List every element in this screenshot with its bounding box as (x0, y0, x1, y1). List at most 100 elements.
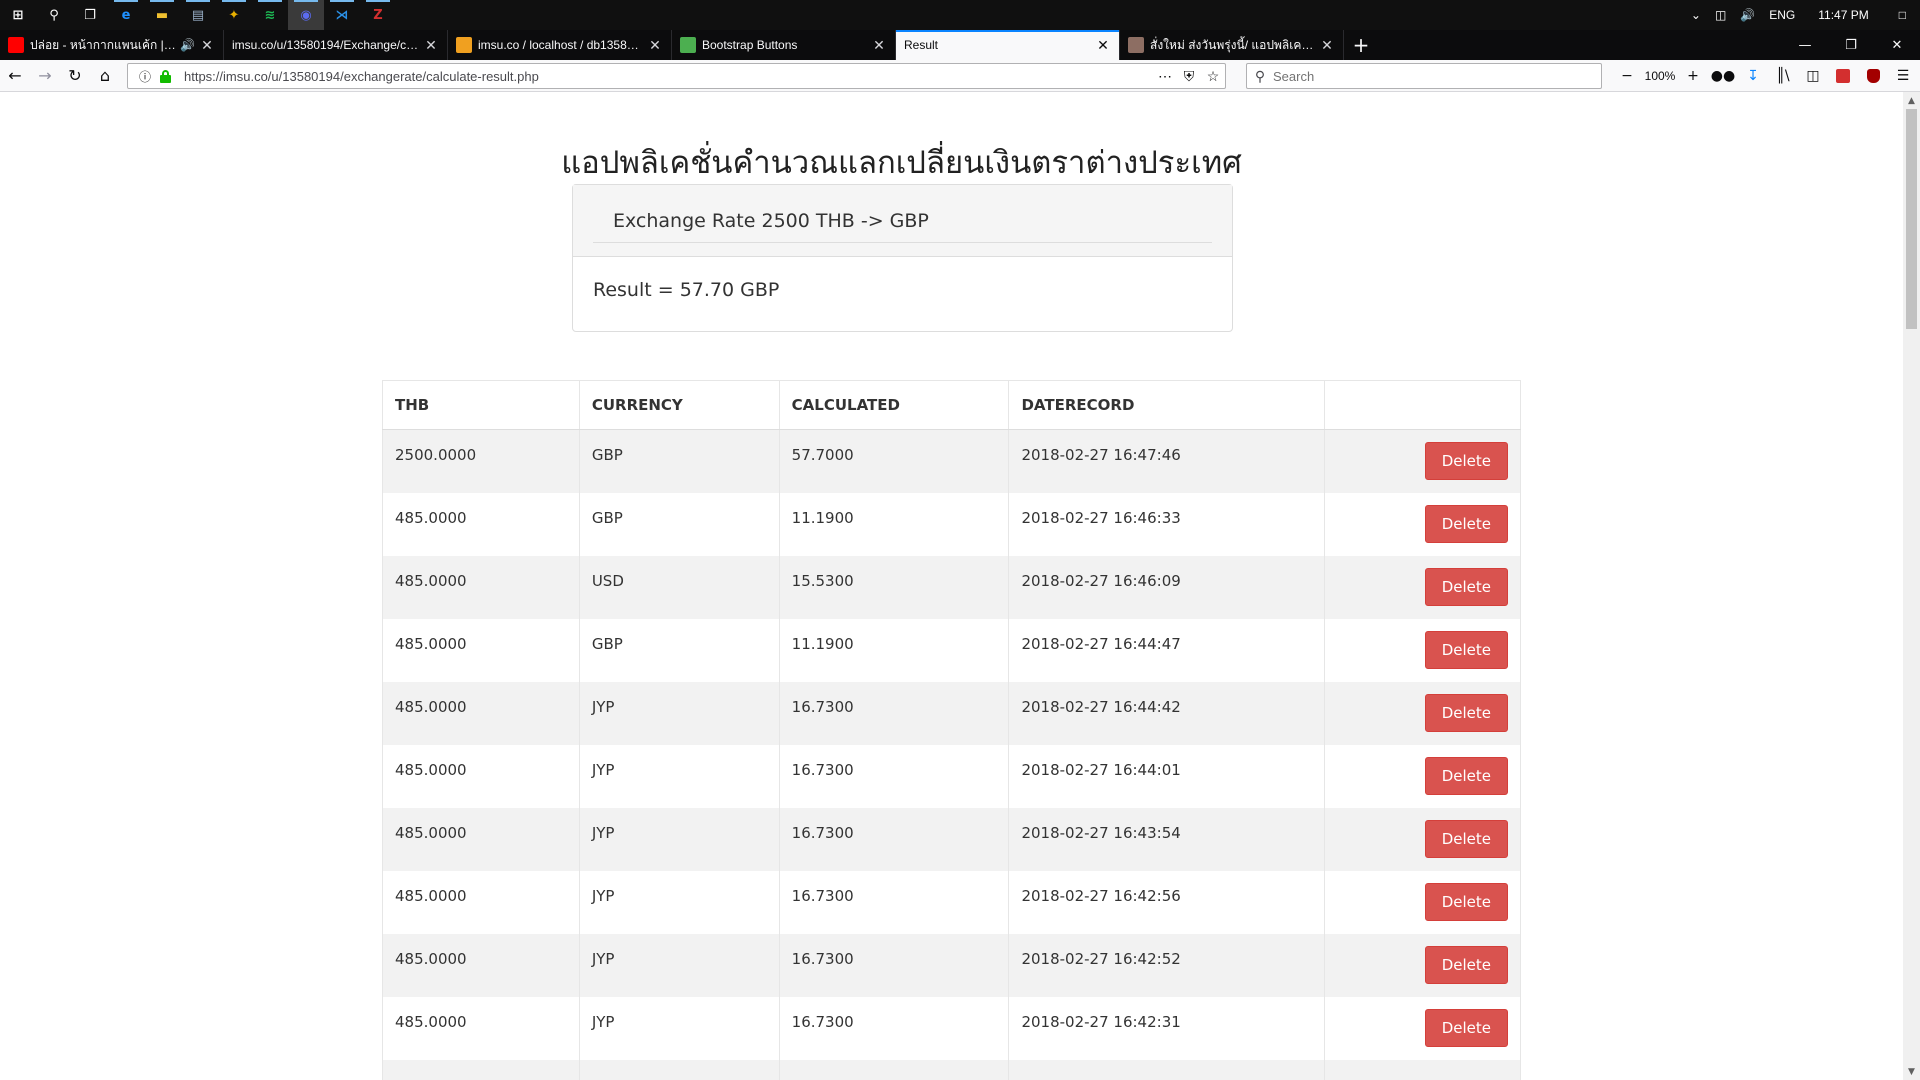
thb-value: 485.0000 (395, 635, 467, 653)
delete-button[interactable]: Delete (1424, 757, 1508, 795)
zoom-in-icon[interactable]: + (1678, 61, 1708, 91)
delete-button[interactable]: Delete (1424, 631, 1508, 669)
pocket-icon[interactable]: ⛨ (1177, 68, 1201, 85)
calculated-value: 16.7300 (791, 761, 854, 779)
file-explorer-icon[interactable]: ▬ (144, 0, 180, 30)
w3schools-icon (680, 37, 696, 53)
browser-tab[interactable]: สั่งใหม่ ส่งวันพรุ่งนี้/ แอปพลิเคชั่น ✕ (1120, 30, 1344, 60)
search-icon[interactable]: ⚲ (36, 0, 72, 30)
private-mask-icon[interactable]: ●● (1708, 61, 1738, 91)
profile-icon (1128, 37, 1144, 53)
spotify-icon[interactable]: ≋ (252, 0, 288, 30)
reload-icon[interactable]: ↻ (60, 61, 90, 91)
app-grid-icon[interactable]: ✦ (216, 0, 252, 30)
calculated-value: 16.7300 (791, 1013, 854, 1031)
page-scrollbar[interactable]: ▲ ▼ (1903, 92, 1920, 1080)
tray-overflow-icon[interactable]: ⌄ (1684, 0, 1708, 30)
windows-start-icon[interactable]: ⊞ (0, 0, 36, 30)
browser-tab[interactable]: Bootstrap Buttons ✕ (672, 30, 896, 60)
edge-icon[interactable]: e (108, 0, 144, 30)
menu-icon[interactable]: ☰ (1888, 61, 1918, 91)
toolbar-right: − 100% + ●● ↧ ║\ ◫ ☰ (1612, 60, 1918, 92)
search-input[interactable]: ⚲ Search (1246, 63, 1602, 89)
ublock-icon[interactable] (1858, 61, 1888, 91)
phpmyadmin-icon (456, 37, 472, 53)
cell-thb: 485.0000 (382, 555, 580, 619)
browser-tab[interactable]: imsu.co/u/13580194/Exchange/calc ✕ (224, 30, 448, 60)
task-view-icon[interactable]: ❐ (72, 0, 108, 30)
scrollbar-thumb[interactable] (1906, 109, 1917, 329)
clock[interactable]: 11:47 PM (1802, 0, 1884, 30)
spotify-icon-glyph: ≋ (264, 7, 276, 23)
cell-currency: GBP (579, 618, 780, 682)
windows-taskbar: ⊞ ⚲ ❐ e ▬ ▤ ✦ ≋ ◉ ⋊ Z ⌄ ◫ 🔊 ENG 11:47 PM □ (0, 0, 1920, 30)
close-window-icon[interactable]: ✕ (1874, 30, 1920, 60)
url-bar[interactable]: ⓘ https://imsu.co/u/13580194/exchangerat… (127, 63, 1226, 89)
firefox-icon[interactable]: ◉ (288, 0, 324, 30)
zoom-out-icon[interactable]: − (1612, 61, 1642, 91)
browser-tab[interactable]: Result ✕ (896, 30, 1120, 60)
tab-audio-icon[interactable]: 🔊 (180, 38, 195, 52)
tab-close-icon[interactable]: ✕ (871, 37, 887, 54)
delete-button[interactable]: Delete (1424, 1009, 1508, 1047)
delete-button[interactable]: Delete (1424, 442, 1508, 481)
cell-currency: JYP (579, 933, 780, 997)
cell-daterecord: 2018-02-27 16:42:31 (1008, 996, 1326, 1060)
tab-close-icon[interactable]: ✕ (1095, 37, 1111, 54)
notification-icon[interactable]: □ (1885, 0, 1920, 30)
sidebar-icon[interactable]: ◫ (1798, 61, 1828, 91)
network-folder-icon[interactable]: ▤ (180, 0, 216, 30)
cell-daterecord: 2018-02-27 16:47:46 (1008, 429, 1326, 493)
filezilla-icon[interactable]: Z (360, 0, 396, 30)
browser-tab[interactable]: imsu.co / localhost / db13580194 ✕ (448, 30, 672, 60)
library-icon[interactable]: ║\ (1768, 61, 1798, 91)
delete-button[interactable]: Delete (1424, 946, 1508, 984)
browser-tab[interactable]: ปล่อย - หน้ากากแพนเค้ก | The 🔊 ✕ (0, 30, 224, 60)
page-actions-icon[interactable]: ⋯ (1153, 68, 1177, 85)
language-indicator[interactable]: ENG (1762, 0, 1802, 30)
calculated-value: 11.1900 (791, 635, 854, 653)
forward-icon[interactable]: → (30, 61, 60, 91)
cell-daterecord: 2018-02-27 16:44:42 (1008, 681, 1326, 745)
delete-button[interactable]: Delete (1424, 883, 1508, 921)
lock-icon[interactable] (158, 70, 174, 83)
currency-value: JYP (591, 698, 615, 716)
tab-close-icon[interactable]: ✕ (423, 37, 439, 54)
network-icon[interactable]: ◫ (1708, 0, 1733, 30)
daterecord-value: 2018-02-27 16:42:52 (1021, 950, 1181, 968)
info-icon[interactable]: ⓘ (134, 68, 156, 85)
network-folder-icon-glyph: ▤ (191, 7, 205, 23)
tab-label: imsu.co / localhost / db13580194 (478, 38, 643, 52)
tab-label: Bootstrap Buttons (702, 38, 798, 52)
currency-value: USD (591, 572, 624, 590)
bookmark-star-icon[interactable]: ☆ (1201, 68, 1225, 85)
home-icon[interactable]: ⌂ (90, 61, 120, 91)
table-row: 485.0000 GBP 11.1900 2018-02-27 16:46:33 Del… (382, 492, 1521, 556)
cell-action: Delete (1324, 870, 1521, 934)
restore-icon[interactable]: ❐ (1828, 30, 1874, 60)
scroll-down-icon[interactable]: ▼ (1903, 1063, 1920, 1080)
tab-close-icon[interactable]: ✕ (199, 37, 215, 54)
table-row: 485.0000 JYP 16.7300 2018-02-27 16:43:54 Del… (382, 807, 1521, 871)
delete-button[interactable]: Delete (1424, 820, 1508, 858)
minimize-icon[interactable]: — (1782, 30, 1828, 60)
url-text[interactable]: https://imsu.co/u/13580194/exchangerate/… (184, 69, 1153, 84)
tab-close-icon[interactable]: ✕ (1319, 37, 1335, 54)
back-icon[interactable]: ← (0, 61, 30, 91)
delete-button[interactable]: Delete (1424, 568, 1508, 606)
volume-icon[interactable]: 🔊 (1733, 0, 1762, 30)
delete-button[interactable]: Delete (1424, 694, 1508, 732)
table-row: 485.0000 JYP 16.7300 2018-02-27 16:44:01 Del… (382, 744, 1521, 808)
cell-daterecord: 2018-02-27 16:46:09 (1008, 555, 1326, 619)
vscode-icon[interactable]: ⋊ (324, 0, 360, 30)
scroll-up-icon[interactable]: ▲ (1903, 92, 1920, 109)
currency-value: JYP (591, 824, 615, 842)
tab-close-icon[interactable]: ✕ (647, 37, 663, 54)
download-icon[interactable]: ↧ (1738, 61, 1768, 91)
cell-action: Delete (1324, 933, 1521, 997)
extension-red-icon[interactable] (1828, 61, 1858, 91)
zoom-level[interactable]: 100% (1642, 61, 1678, 91)
taskbar-apps: ⊞ ⚲ ❐ e ▬ ▤ ✦ ≋ ◉ ⋊ Z (0, 0, 396, 30)
delete-button[interactable]: Delete (1424, 505, 1508, 543)
new-tab-button[interactable]: + (1344, 30, 1378, 60)
